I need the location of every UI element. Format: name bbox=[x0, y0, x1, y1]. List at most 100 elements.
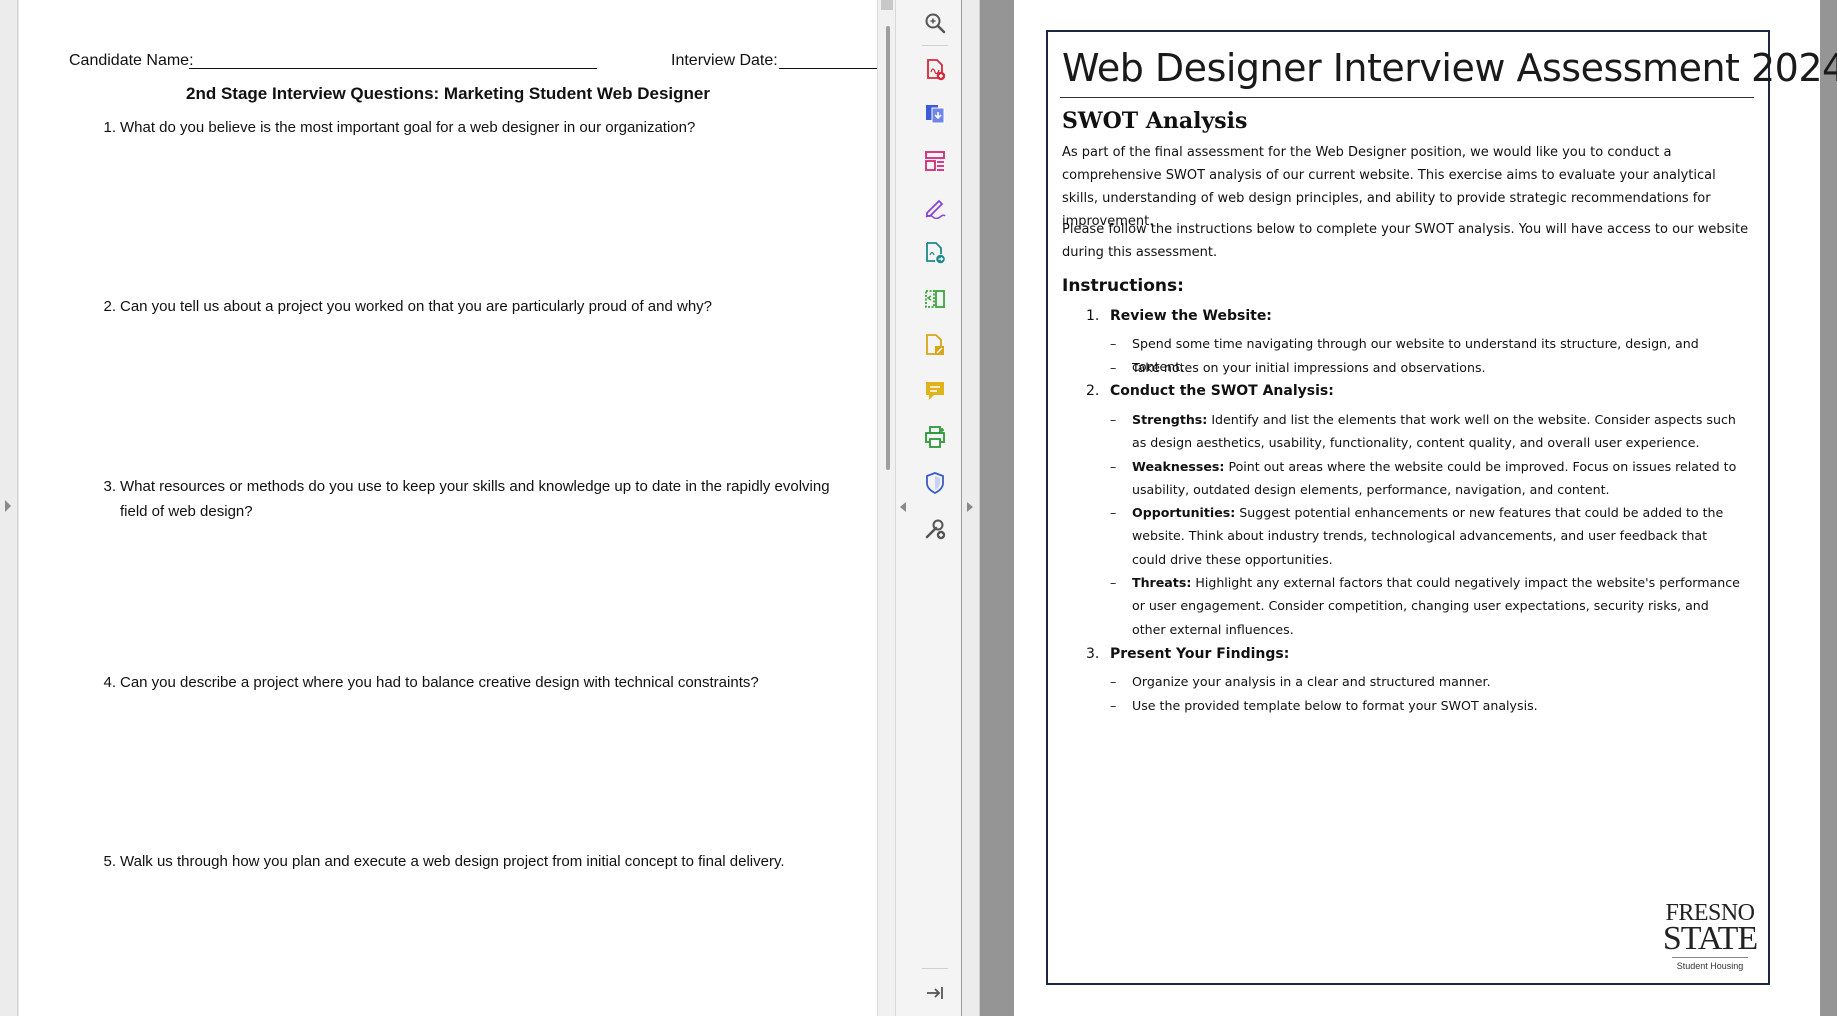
create-pdf-tool-button[interactable] bbox=[922, 57, 948, 83]
right-panel-toggle[interactable] bbox=[962, 0, 980, 1016]
scrollbar-up-area[interactable] bbox=[881, 0, 893, 10]
pdf-viewport: Web Designer Interview Assessment 2024 S… bbox=[1014, 0, 1837, 1016]
step-label: Present Your Findings: bbox=[1110, 646, 1290, 662]
fill-sign-tool-button[interactable] bbox=[922, 194, 948, 220]
instruction-bullet: – Organize your analysis in a clear and s… bbox=[1110, 670, 1744, 693]
protect-icon bbox=[926, 472, 944, 495]
bullet-text: Identify and list the elements that work… bbox=[1132, 412, 1736, 451]
export-pdf-icon bbox=[926, 105, 945, 124]
pdf-page: Web Designer Interview Assessment 2024 S… bbox=[1014, 0, 1837, 1016]
pdf-page-border: Web Designer Interview Assessment 2024 S… bbox=[1046, 30, 1837, 985]
questions-title: 2nd Stage Interview Questions: Marketing… bbox=[186, 84, 710, 103]
more-tools-icon bbox=[925, 519, 946, 540]
comment-icon bbox=[926, 382, 944, 400]
logo-line-state: STATE bbox=[1662, 920, 1758, 957]
instructions-heading: Instructions: bbox=[1062, 276, 1184, 296]
instruction-bullet: – Strengths: Identify and list the elemen… bbox=[1110, 408, 1744, 455]
intro-paragraph: Please follow the instructions below to … bbox=[1062, 222, 1749, 260]
bullet-text: Organize your analysis in a clear and st… bbox=[1132, 674, 1491, 689]
section-heading: SWOT Analysis bbox=[1062, 108, 1248, 134]
question-text: Can you tell us about a project you work… bbox=[120, 298, 713, 315]
bullet-text: Take notes on your initial impressions a… bbox=[1132, 360, 1486, 375]
expand-right-arrow-icon[interactable] bbox=[967, 502, 973, 512]
protect-tool-button[interactable] bbox=[922, 470, 948, 496]
scrollbar-thumb[interactable] bbox=[886, 26, 890, 470]
print-production-icon bbox=[925, 426, 945, 448]
edit-pdf-icon bbox=[926, 334, 944, 355]
interview-questions-page: Candidate Name: Interview Date: 2nd Stag… bbox=[19, 0, 877, 1016]
print-production-tool-button[interactable] bbox=[922, 424, 948, 450]
send-for-review-tool-button[interactable] bbox=[922, 240, 948, 266]
question-text: Can you describe a project where you had… bbox=[120, 674, 759, 691]
question-number: 4. bbox=[103, 674, 116, 691]
collapse-panel-icon bbox=[927, 987, 943, 999]
step-label: Conduct the SWOT Analysis: bbox=[1110, 383, 1334, 399]
fill-sign-icon bbox=[925, 199, 946, 219]
bullet-dash: – bbox=[1110, 336, 1117, 351]
instruction-step: 3. Present Your Findings: bbox=[1086, 646, 1289, 662]
candidate-name-label: Candidate Name: bbox=[69, 52, 194, 69]
more-tools-button[interactable] bbox=[922, 516, 948, 542]
instruction-bullet: – Use the provided template below to form… bbox=[1110, 694, 1744, 717]
bullet-text: Highlight any external factors that coul… bbox=[1132, 575, 1740, 637]
instruction-step: 1. Review the Website: bbox=[1086, 308, 1272, 324]
bullet-dash: – bbox=[1110, 575, 1117, 590]
step-number: 3. bbox=[1086, 646, 1100, 662]
left-document-window: Candidate Name: Interview Date: 2nd Stag… bbox=[0, 0, 962, 1016]
question-number: 3. bbox=[103, 478, 116, 495]
tool-separator bbox=[922, 45, 948, 46]
instruction-step: 2. Conduct the SWOT Analysis: bbox=[1086, 383, 1334, 399]
send-for-review-icon bbox=[926, 242, 945, 264]
collapse-tools-arrow-icon[interactable] bbox=[900, 502, 906, 512]
logo-line-student-housing: Student Housing bbox=[1672, 957, 1748, 971]
bullet-bold-label: Strengths: bbox=[1132, 412, 1208, 427]
question-number: 5. bbox=[103, 853, 116, 870]
question-text: Walk us through how you plan and execute… bbox=[120, 853, 785, 870]
zoom-icon bbox=[925, 13, 946, 34]
expand-left-arrow-icon[interactable] bbox=[5, 500, 11, 512]
bullet-bold-label: Threats: bbox=[1132, 575, 1192, 590]
comment-tool-button[interactable] bbox=[922, 378, 948, 404]
bullet-dash: – bbox=[1110, 674, 1117, 689]
edit-pdf-tool-button[interactable] bbox=[922, 332, 948, 358]
step-label: Review the Website: bbox=[1110, 308, 1272, 324]
bullet-dash: – bbox=[1110, 698, 1117, 713]
organize-pages-icon bbox=[925, 151, 945, 171]
collapse-tools-pane-button[interactable] bbox=[922, 980, 948, 1006]
instruction-bullet: – Take notes on your initial impressions … bbox=[1110, 356, 1744, 379]
vertical-scrollbar[interactable] bbox=[877, 0, 895, 1016]
interview-date-blank-line bbox=[779, 68, 877, 69]
step-number: 1. bbox=[1086, 308, 1100, 324]
question-text: What resources or methods do you use to … bbox=[120, 478, 830, 520]
instruction-bullet: – Opportunities: Suggest potential enhanc… bbox=[1110, 501, 1744, 571]
fresno-state-logo: FRESNO STATE Student Housing bbox=[1660, 901, 1760, 971]
tool-separator bbox=[922, 968, 948, 969]
compare-files-tool-button[interactable] bbox=[922, 286, 948, 312]
right-document-window: Web Designer Interview Assessment 2024 S… bbox=[962, 0, 1837, 1016]
assessment-title: Web Designer Interview Assessment 2024 bbox=[1062, 46, 1837, 90]
assessment-content: Web Designer Interview Assessment 2024 S… bbox=[1048, 32, 1837, 983]
left-panel-toggle[interactable] bbox=[0, 0, 18, 1016]
question-number: 2. bbox=[103, 298, 116, 315]
zoom-tool-button[interactable] bbox=[922, 10, 948, 36]
title-underline bbox=[1060, 97, 1754, 98]
candidate-name-blank-line bbox=[189, 68, 597, 69]
question-number: 1. bbox=[103, 119, 116, 136]
bullet-dash: – bbox=[1110, 360, 1117, 375]
interview-date-label: Interview Date: bbox=[671, 52, 778, 69]
instruction-bullet: – Weaknesses: Point out areas where the w… bbox=[1110, 455, 1744, 502]
candidate-header: Candidate Name: Interview Date: bbox=[69, 50, 877, 74]
bullet-dash: – bbox=[1110, 459, 1117, 474]
instruction-bullet: – Threats: Highlight any external factors… bbox=[1110, 571, 1744, 641]
step-number: 2. bbox=[1086, 383, 1100, 399]
bullet-dash: – bbox=[1110, 505, 1117, 520]
bullet-dash: – bbox=[1110, 412, 1117, 427]
question-text: What do you believe is the most importan… bbox=[120, 119, 696, 136]
bullet-bold-label: Opportunities: bbox=[1132, 505, 1236, 520]
bullet-text: Use the provided template below to forma… bbox=[1132, 698, 1538, 713]
compare-files-icon bbox=[925, 290, 945, 308]
bullet-bold-label: Weaknesses: bbox=[1132, 459, 1225, 474]
organize-pages-tool-button[interactable] bbox=[922, 148, 948, 174]
export-pdf-tool-button[interactable] bbox=[922, 101, 948, 127]
create-pdf-icon bbox=[927, 59, 946, 81]
